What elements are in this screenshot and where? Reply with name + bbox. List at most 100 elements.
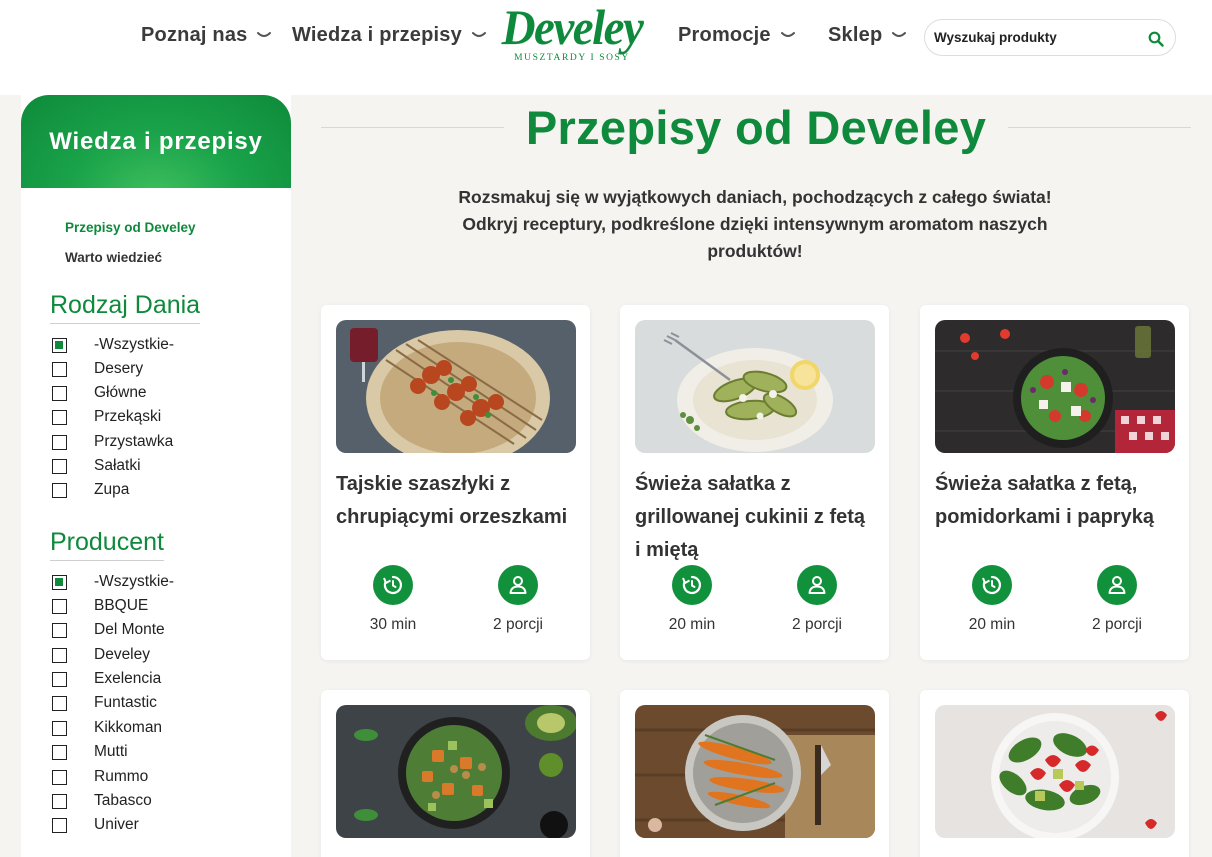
filter-option[interactable]: Główne (52, 383, 147, 403)
recipe-image-roasted-carrots[interactable] (635, 705, 875, 838)
page-title: Przepisy od Develey (525, 100, 987, 154)
recipe-card[interactable] (920, 690, 1189, 857)
filter-option[interactable]: Kikkoman (52, 718, 162, 738)
recipe-card[interactable]: Świeża sałatka z grillowanej cukinii z f… (620, 305, 889, 660)
chevron-down-icon (257, 32, 272, 37)
filter-title-rodzaj-dania: Rodzaj Dania (50, 291, 201, 324)
title-divider (321, 126, 504, 128)
sidebar-header: Wiedza i przepisy (21, 95, 291, 188)
filter-option[interactable]: Przystawka (52, 432, 173, 452)
filter-option-label: Przekąski (94, 408, 162, 425)
recipe-image-zucchini[interactable] (635, 320, 875, 453)
recipe-image-greek-salad[interactable] (935, 320, 1175, 453)
checkbox[interactable] (52, 434, 67, 450)
checkbox[interactable] (52, 793, 67, 809)
filter-option-label: BBQUE (94, 597, 149, 614)
filter-option[interactable]: Tabasco (52, 791, 152, 811)
filter-option-label: Kikkoman (94, 719, 163, 736)
chevron-down-icon (780, 32, 795, 37)
recipe-title[interactable]: Świeża sałatka z grillowanej cukinii z f… (635, 468, 875, 567)
filter-option-label: Exelencia (94, 670, 162, 687)
filter-option[interactable]: Univer (52, 815, 139, 835)
checkbox[interactable] (52, 409, 67, 425)
filter-option[interactable]: Mutti (52, 742, 128, 762)
sidebar: Wiedza i przepisy Przepisy od Develey Wa… (21, 95, 291, 857)
filter-option[interactable]: Sałatki (52, 456, 141, 476)
checkbox[interactable] (52, 337, 67, 353)
logo-word: Develey (501, 0, 644, 56)
filter-option[interactable]: -Wszystkie- (52, 572, 174, 592)
sidebar-title: Wiedza i przepisy (49, 127, 263, 155)
sidebar-link-przepisy[interactable]: Przepisy od Develey (65, 220, 196, 235)
checkbox[interactable] (52, 622, 67, 638)
checkbox[interactable] (52, 671, 67, 687)
checkbox[interactable] (52, 361, 67, 377)
recipe-time-text: 20 min (668, 616, 716, 633)
filter-option[interactable]: Develey (52, 645, 150, 665)
filter-option-label: Desery (94, 360, 144, 377)
checkbox[interactable] (52, 385, 67, 401)
filter-option[interactable]: BBQUE (52, 596, 148, 616)
recipe-card[interactable] (620, 690, 889, 857)
checkbox[interactable] (52, 720, 67, 736)
sidebar-link-warto-wiedziec[interactable]: Warto wiedzieć (65, 250, 162, 265)
recipe-portions: 2 porcji (772, 565, 862, 634)
filter-option-label: Główne (94, 384, 147, 401)
checkbox[interactable] (52, 817, 67, 833)
recipe-portions-text: 2 porcji (1092, 616, 1142, 633)
timer-icon (972, 565, 1012, 605)
person-icon (797, 565, 837, 605)
filter-option-label: Tabasco (94, 792, 152, 809)
filter-option[interactable]: Funtastic (52, 693, 157, 713)
checkbox[interactable] (52, 574, 67, 590)
filter-option-label: Rummo (94, 768, 149, 785)
filter-title-producent: Producent (50, 528, 164, 561)
recipe-card[interactable]: Tajskie szaszłyki z chrupiącymi orzeszka… (321, 305, 590, 660)
filter-option[interactable]: Exelencia (52, 669, 161, 689)
recipe-title[interactable]: Tajskie szaszłyki z chrupiącymi orzeszka… (336, 468, 576, 534)
recipe-time-text: 30 min (369, 616, 417, 633)
filter-option-label: Develey (94, 646, 150, 663)
recipe-time: 30 min (348, 565, 438, 634)
nav-sklep[interactable]: Sklep (828, 22, 907, 48)
checkbox[interactable] (52, 744, 67, 760)
recipe-portions: 2 porcji (473, 565, 563, 634)
filter-option[interactable]: Desery (52, 359, 143, 379)
site-header: Poznaj nas Wiedza i przepisy Develey MUS… (0, 0, 1212, 95)
filter-option-label: Funtastic (94, 694, 157, 711)
recipe-image-strawberry-salad[interactable] (935, 705, 1175, 838)
recipe-portions-text: 2 porcji (792, 616, 842, 633)
recipe-image-chickpea-salad[interactable] (336, 705, 576, 838)
recipe-time: 20 min (647, 565, 737, 634)
recipe-image-skewers[interactable] (336, 320, 576, 453)
person-icon (1097, 565, 1137, 605)
timer-icon (373, 565, 413, 605)
checkbox[interactable] (52, 695, 67, 711)
develey-logo[interactable]: Develey MUSZTARDY I SOSY (497, 0, 647, 65)
search-input[interactable] (934, 30, 1134, 45)
filter-option-label: -Wszystkie- (94, 573, 175, 590)
nav-promocje[interactable]: Promocje (678, 22, 795, 48)
filter-option[interactable]: Rummo (52, 767, 148, 787)
filter-option[interactable]: Przekąski (52, 407, 161, 427)
recipe-card[interactable] (321, 690, 590, 857)
filter-option-label: Zupa (94, 481, 130, 498)
search-icon[interactable] (1148, 31, 1164, 47)
nav-poznaj-nas[interactable]: Poznaj nas (141, 22, 272, 48)
filter-option-label: -Wszystkie- (94, 336, 175, 353)
checkbox[interactable] (52, 769, 67, 785)
recipe-title[interactable]: Świeża sałatka z fetą, pomidorkami i pap… (935, 468, 1175, 534)
recipe-time-text: 20 min (968, 616, 1016, 633)
checkbox[interactable] (52, 647, 67, 663)
search-box (924, 19, 1176, 56)
nav-wiedza-i-przepisy[interactable]: Wiedza i przepisy (292, 22, 486, 48)
title-divider (1008, 126, 1192, 128)
checkbox[interactable] (52, 458, 67, 474)
filter-option[interactable]: Del Monte (52, 620, 165, 640)
filter-option[interactable]: Zupa (52, 480, 129, 500)
checkbox[interactable] (52, 598, 67, 614)
recipe-card[interactable]: Świeża sałatka z fetą, pomidorkami i pap… (920, 305, 1189, 660)
checkbox[interactable] (52, 482, 67, 498)
filter-option[interactable]: -Wszystkie- (52, 335, 174, 355)
timer-icon (672, 565, 712, 605)
